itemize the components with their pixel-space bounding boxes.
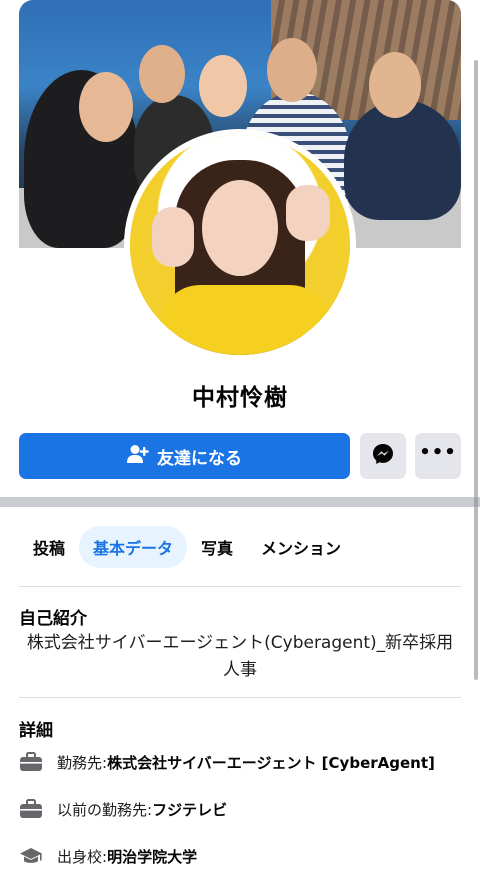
- detail-label: 出身校:: [57, 847, 108, 866]
- add-friend-icon: [127, 444, 149, 469]
- cover-person-head: [79, 72, 133, 142]
- avatar-hand: [152, 207, 194, 267]
- profile-tabs: 投稿 基本データ 写真 メンション: [19, 526, 355, 568]
- add-friend-button[interactable]: 友達になる: [19, 433, 350, 479]
- intro-text: 株式会社サイバーエージェント(Cyberagent)_新卒採用人事: [26, 633, 454, 680]
- detail-value[interactable]: フジテレビ: [152, 799, 227, 820]
- detail-education: 出身校: 明治学院大学: [19, 843, 197, 869]
- scrollbar[interactable]: [474, 60, 478, 680]
- detail-previous-workplace: 以前の勤務先: フジテレビ: [19, 796, 227, 822]
- cover-person-head: [139, 45, 185, 103]
- detail-value[interactable]: 株式会社サイバーエージェント [CyberAgent]: [107, 752, 435, 773]
- divider: [19, 586, 461, 587]
- avatar-face: [202, 180, 278, 276]
- profile-picture[interactable]: [124, 129, 356, 361]
- graduation-cap-icon: [19, 845, 43, 867]
- cover-person-head: [199, 55, 247, 117]
- more-options-button[interactable]: •••: [415, 433, 461, 479]
- cover-person: [344, 100, 461, 220]
- detail-workplace: 勤務先: 株式会社サイバーエージェント [CyberAgent]: [19, 749, 435, 775]
- messenger-button[interactable]: [360, 433, 406, 479]
- avatar-shirt: [160, 285, 330, 355]
- add-friend-label: 友達になる: [157, 448, 242, 469]
- detail-label: 勤務先:: [57, 753, 108, 772]
- divider: [19, 697, 461, 698]
- cover-person-head: [267, 38, 317, 102]
- tab-about[interactable]: 基本データ: [79, 526, 188, 568]
- avatar-hand: [286, 185, 330, 241]
- more-dots-icon: •••: [419, 442, 457, 463]
- intro-title: 自己紹介: [19, 609, 87, 629]
- detail-label: 以前の勤務先:: [57, 800, 153, 819]
- detail-value[interactable]: 明治学院大学: [107, 846, 197, 867]
- briefcase-icon: [19, 798, 43, 820]
- section-divider: [0, 497, 480, 507]
- messenger-icon: [372, 443, 394, 469]
- profile-name: 中村怜樹: [192, 385, 288, 411]
- briefcase-icon: [19, 751, 43, 773]
- tab-photos[interactable]: 写真: [187, 526, 247, 568]
- tab-mentions[interactable]: メンション: [247, 526, 355, 568]
- cover-person-head: [369, 52, 421, 118]
- details-title: 詳細: [19, 721, 53, 741]
- tab-posts[interactable]: 投稿: [19, 526, 79, 568]
